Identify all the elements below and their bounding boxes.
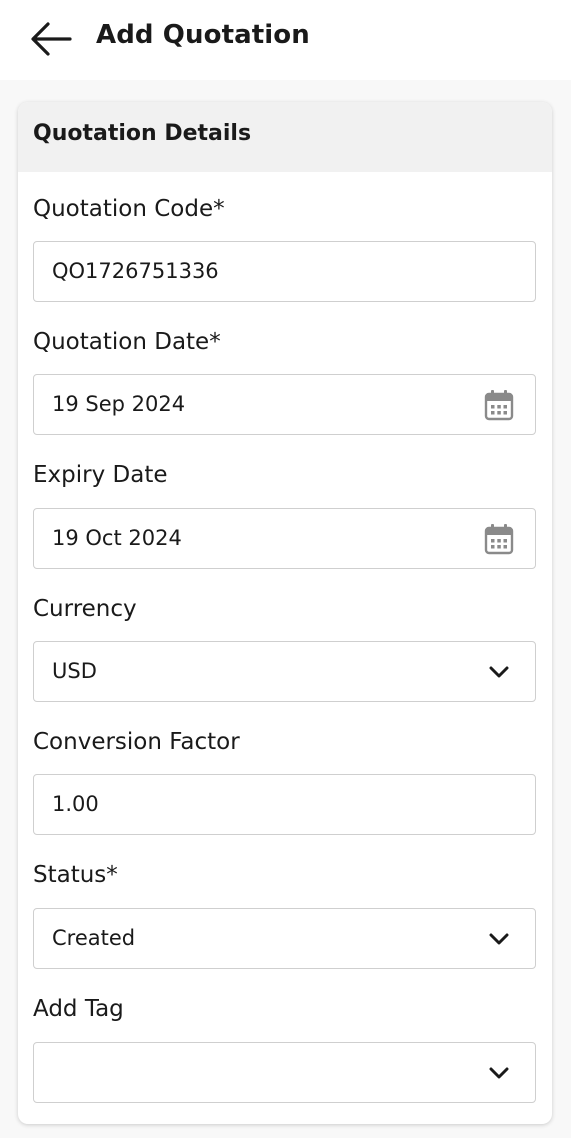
quotation-details-card: Quotation Details Quotation Code* QO1726… xyxy=(18,102,552,1124)
quotation-date-label: Quotation Date* xyxy=(33,329,221,355)
back-button[interactable] xyxy=(22,14,78,64)
add-tag-label: Add Tag xyxy=(33,996,124,1022)
chevron-down-icon xyxy=(483,1057,515,1089)
conversion-factor-value: 1.00 xyxy=(52,792,99,816)
currency-value: USD xyxy=(52,659,97,683)
conversion-factor-input[interactable]: 1.00 xyxy=(33,774,536,835)
status-label: Status* xyxy=(33,862,118,888)
quotation-date-input[interactable]: 19 Sep 2024 xyxy=(33,374,536,435)
status-value: Created xyxy=(52,926,136,950)
card-title: Quotation Details xyxy=(33,121,252,146)
arrow-left-icon xyxy=(31,22,72,56)
calendar-icon[interactable] xyxy=(483,523,515,555)
expiry-date-label: Expiry Date xyxy=(33,462,168,488)
page-title: Add Quotation xyxy=(96,20,310,50)
calendar-icon[interactable] xyxy=(483,389,515,421)
expiry-date-value: 19 Oct 2024 xyxy=(52,526,182,550)
chevron-down-icon xyxy=(483,923,515,955)
conversion-factor-label: Conversion Factor xyxy=(33,729,240,755)
card-header: Quotation Details xyxy=(18,102,552,172)
expiry-date-input[interactable]: 19 Oct 2024 xyxy=(33,508,536,569)
status-select[interactable]: Created xyxy=(33,908,536,969)
currency-label: Currency xyxy=(33,596,137,622)
quotation-code-label: Quotation Code* xyxy=(33,196,225,222)
currency-select[interactable]: USD xyxy=(33,641,536,702)
add-tag-select[interactable] xyxy=(33,1042,536,1103)
quotation-code-input[interactable]: QO1726751336 xyxy=(33,241,536,302)
app-bar: Add Quotation xyxy=(0,0,571,80)
quotation-date-value: 19 Sep 2024 xyxy=(52,392,186,416)
quotation-code-value: QO1726751336 xyxy=(52,259,219,283)
chevron-down-icon xyxy=(483,656,515,688)
